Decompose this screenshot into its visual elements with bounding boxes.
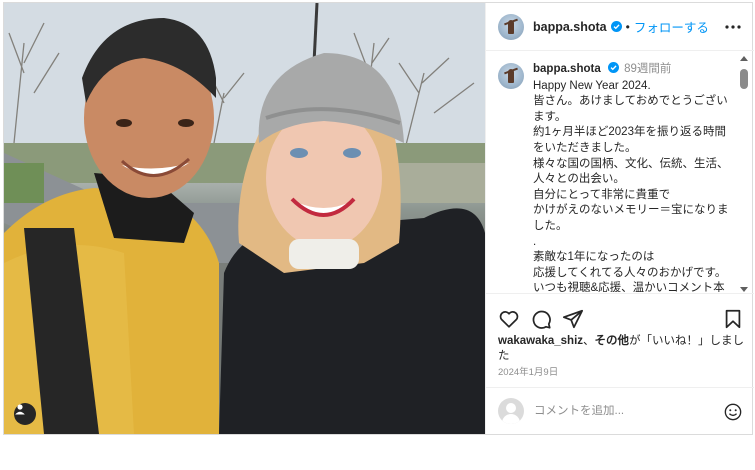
heart-icon[interactable] [498,308,520,330]
post-side-panel: bappa.shota • フォローする bappa.shota 89週間前 H… [485,3,754,434]
caption-username[interactable]: bappa.shota [533,63,601,75]
caption-area: bappa.shota 89週間前 Happy New Year 2024. 皆… [486,52,754,292]
caption-text: Happy New Year 2024. 皆さん。あけましておめでとうございます… [533,79,729,292]
post-date[interactable]: 2024年1月9日 [498,364,558,378]
liker-username[interactable]: wakawaka_shiz [498,335,583,347]
caption-scrollbar[interactable] [739,56,749,292]
scroll-down-arrow[interactable] [740,287,748,292]
send-icon[interactable] [562,308,584,330]
bookmark-icon[interactable] [722,308,744,330]
emoji-icon[interactable] [724,403,742,421]
user-tag-icon[interactable] [14,403,36,425]
verified-badge-icon [610,21,622,32]
more-horizontal-icon[interactable] [724,18,742,36]
author-avatar[interactable] [498,13,524,40]
post-header: bappa.shota • フォローする [486,3,754,51]
comment-input[interactable] [534,405,704,417]
scroll-up-arrow[interactable] [740,56,748,61]
caption-time-ago[interactable]: 89週間前 [624,63,671,75]
likes-text: wakawaka_shiz、その他が「いいね！」しました [498,334,746,364]
caption-verified-icon [607,62,619,73]
follow-button[interactable]: フォローする [634,17,709,36]
selfie-illustration [4,3,485,434]
comment-icon[interactable] [530,308,552,330]
likes-others-link[interactable]: その他 [595,335,630,347]
post-photo[interactable] [4,3,485,434]
scroll-thumb[interactable] [740,69,748,89]
author-username[interactable]: bappa.shota [533,20,607,34]
header-separator: • [625,19,630,34]
instagram-post: bappa.shota • フォローする bappa.shota 89週間前 H… [3,2,754,435]
comment-bar [486,387,754,434]
likes-separator: 、 [583,335,595,347]
caption-avatar[interactable] [498,63,524,89]
current-user-avatar [498,398,524,424]
